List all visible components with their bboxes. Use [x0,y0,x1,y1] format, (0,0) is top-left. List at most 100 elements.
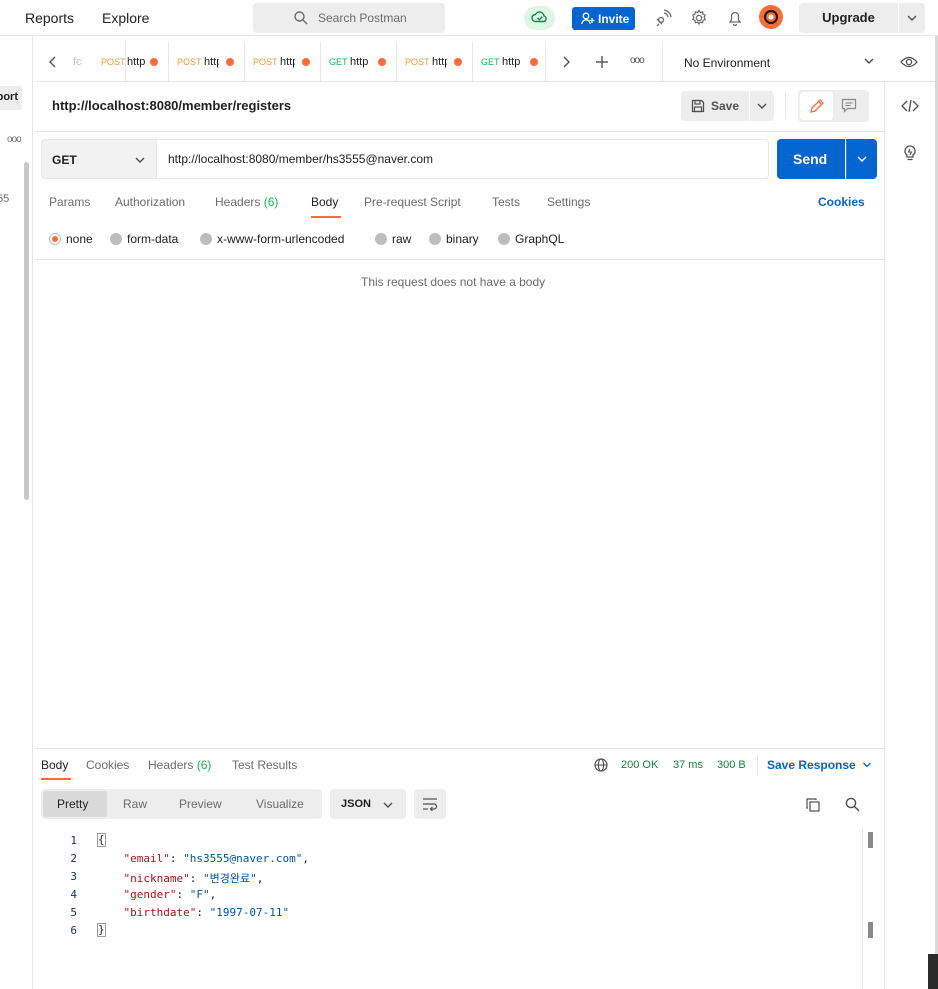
line-number: 5 [70,906,77,919]
format-select[interactable]: JSON [330,789,406,819]
request-tab[interactable]: POST http [397,42,473,82]
radio-indicator [200,233,212,245]
chevron-down-icon [383,802,393,808]
chevron-left-icon[interactable] [45,54,61,70]
tab-url: http [127,56,146,68]
radio-indicator [375,233,387,245]
save-response-button[interactable]: Save Response [767,758,871,772]
nav-explore[interactable]: Explore [102,10,149,26]
chevron-down-icon [863,762,871,768]
tab-url: http [350,56,369,68]
send-dropdown-button[interactable] [846,139,877,179]
invite-button[interactable]: Invite [572,7,635,30]
request-tab[interactable]: GET http [321,42,397,82]
response-tab-headers[interactable]: Headers (6) [148,758,211,772]
view-preview[interactable]: Preview [179,797,222,811]
tab-settings[interactable]: Settings [547,195,590,209]
send-button[interactable]: Send [777,139,845,179]
request-tabs-bar: fc POST http POST http POST http GET htt… [34,42,938,82]
comment-icon[interactable] [841,98,857,113]
json-value: "hs3555@naver.com" [183,852,303,865]
status-code[interactable]: 200 OK [621,759,658,771]
user-avatar-icon [763,9,779,25]
view-visualize[interactable]: Visualize [256,797,304,811]
bell-icon[interactable] [726,9,744,27]
tab-url: fc [73,56,82,68]
view-pretty[interactable]: Pretty [57,797,88,811]
tab-tests[interactable]: Tests [492,195,520,209]
radio-indicator [49,233,61,245]
request-tab[interactable]: GET http [473,42,546,82]
global-search[interactable]: Search Postman [253,3,445,33]
format-value: JSON [341,798,371,810]
editor-scrollbar-marker[interactable] [868,922,873,938]
unsaved-dot-icon [454,58,462,66]
edit-mode-button[interactable] [800,92,833,120]
response-tab-cookies[interactable]: Cookies [86,758,129,772]
active-tab-indicator [41,778,71,780]
code-line: "gender": "F", [123,888,217,901]
request-name[interactable]: http://localhost:8080/member/registers [52,98,291,113]
view-raw[interactable]: Raw [123,797,147,811]
right-sidebar [884,82,938,989]
chevron-right-icon[interactable] [558,54,574,70]
tab-method: POST [101,57,126,67]
eye-icon[interactable] [900,54,918,70]
avatar[interactable] [759,5,783,29]
lightbulb-icon[interactable] [901,144,919,162]
more-tabs-icon[interactable]: ooo [630,55,645,66]
json-key: "nickname" [123,872,190,885]
request-tab[interactable]: POST http [169,42,245,82]
json-key: "gender" [123,888,177,901]
tab-headers[interactable]: Headers (6) [215,195,278,209]
upgrade-button[interactable]: Upgrade [799,3,898,33]
more-options-icon[interactable]: ooo [7,134,22,145]
response-time[interactable]: 37 ms [673,759,703,771]
gear-icon[interactable] [690,9,708,27]
globe-icon[interactable] [594,758,608,772]
tab-body[interactable]: Body [311,195,338,209]
import-button[interactable]: Import [0,86,22,110]
divider [785,93,786,119]
save-button[interactable]: Save [681,91,749,121]
tab-authorization[interactable]: Authorization [115,195,185,209]
import-label: Import [0,91,18,103]
editor-scrollbar-marker[interactable] [868,832,873,848]
search-icon [294,11,308,25]
save-dropdown-button[interactable] [750,91,774,121]
code-icon[interactable] [901,97,919,115]
tab-pre-request-script[interactable]: Pre-request Script [364,195,461,209]
sync-status-button[interactable] [524,6,555,30]
radio-indicator [110,233,122,245]
response-size[interactable]: 300 B [717,759,746,771]
request-tab[interactable]: POST http [245,42,321,82]
copy-icon[interactable] [805,797,821,813]
search-icon[interactable] [845,797,860,812]
unsaved-dot-icon [302,58,310,66]
plus-icon[interactable] [594,54,610,70]
response-tab-test-results[interactable]: Test Results [232,758,297,772]
tab-params[interactable]: Params [49,195,90,209]
request-tab[interactable]: POST http [92,42,169,82]
tab-method: POST [405,57,430,67]
wrap-lines-button[interactable] [414,789,446,819]
line-number: 1 [70,834,77,847]
environment-selector[interactable]: No Environment [662,42,908,82]
cookies-link[interactable]: Cookies [818,195,865,209]
pencil-icon [810,99,824,113]
sidebar-scrollbar[interactable] [24,162,29,500]
json-value: "F" [189,888,210,901]
tab-method: POST [177,57,202,67]
sidebar-item-fragment[interactable]: 55 [0,193,9,205]
response-tab-body[interactable]: Body [41,758,68,772]
json-comma: , [256,872,264,885]
method-select[interactable]: GET [41,139,157,179]
radio-label: raw [392,232,412,246]
save-label: Save [711,99,740,113]
url-input[interactable]: http://localhost:8080/member/hs3555@nave… [157,139,769,179]
line-number: 2 [70,852,77,865]
nav-reports[interactable]: Reports [25,10,74,26]
satellite-icon[interactable] [654,9,672,27]
upgrade-dropdown-button[interactable] [899,3,925,33]
response-divider[interactable] [34,748,884,749]
